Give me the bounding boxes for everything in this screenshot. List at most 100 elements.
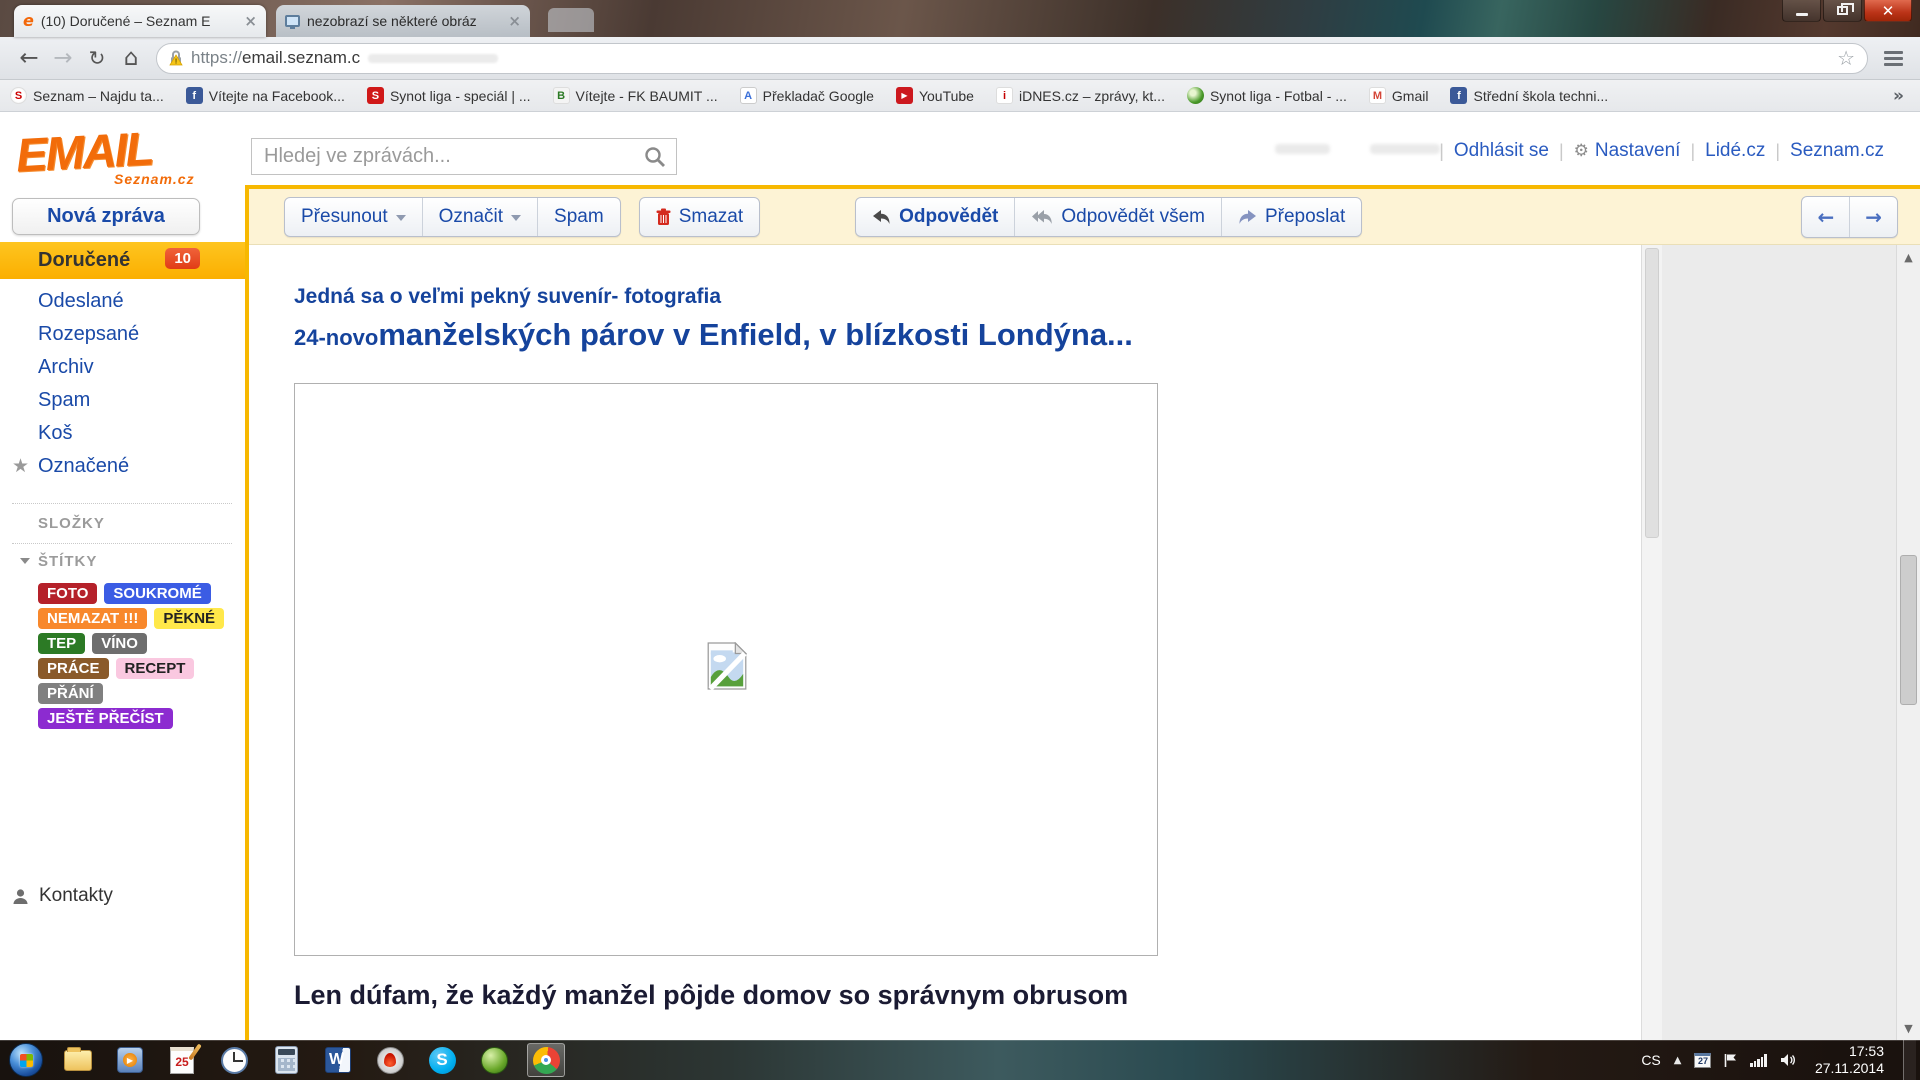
seznam-email-logo[interactable]: EMAIL Seznam.cz	[16, 124, 195, 187]
tag-prani[interactable]: PŘÁNÍ	[38, 683, 103, 704]
labels-heading[interactable]: ŠTÍTKY	[38, 553, 97, 570]
bookmarks-overflow-icon[interactable]: »	[1893, 86, 1904, 106]
scrollbar-thumb[interactable]	[1645, 248, 1659, 538]
folder-flagged[interactable]: Označené	[38, 455, 129, 478]
maximize-button[interactable]	[1823, 0, 1862, 22]
facebook-icon: f	[186, 87, 203, 104]
redacted-user-area	[1370, 144, 1440, 154]
tag-vino[interactable]: VÍNO	[92, 633, 147, 654]
taskbar-clock[interactable]: 17:53 27.11.2014	[1809, 1043, 1890, 1078]
tag-prace[interactable]: PRÁCE	[38, 658, 109, 679]
scroll-down-icon[interactable]: ▼	[1897, 1018, 1920, 1038]
bookmark-gmail[interactable]: MGmail	[1369, 87, 1429, 104]
taskbar-word[interactable]: W	[312, 1040, 364, 1080]
bookmark-seznam[interactable]: SSeznam – Najdu ta...	[10, 87, 164, 104]
minimize-button[interactable]	[1782, 0, 1821, 22]
tag-foto[interactable]: FOTO	[38, 583, 97, 604]
page-scrollbar[interactable]: ▲ ▼	[1896, 245, 1920, 1040]
close-button[interactable]: ✕	[1864, 0, 1912, 22]
skype-icon: S	[429, 1047, 456, 1074]
tray-calendar-icon[interactable]: 27	[1694, 1053, 1711, 1068]
chevron-down-icon[interactable]	[20, 558, 30, 564]
scrollbar-thumb[interactable]	[1900, 555, 1917, 705]
taskbar-chrome-active[interactable]	[520, 1040, 572, 1080]
search-input[interactable]	[252, 145, 644, 168]
delete-button[interactable]: Smazat	[640, 198, 759, 236]
network-signal-icon[interactable]	[1750, 1054, 1767, 1067]
windows-flag-icon	[20, 1054, 33, 1067]
contacts-link[interactable]: Kontakty	[12, 885, 113, 907]
new-tab-button[interactable]	[548, 8, 594, 32]
forward-button[interactable]: Přeposlat	[1221, 198, 1361, 236]
start-button[interactable]	[0, 1040, 52, 1080]
tab-mail[interactable]: e (10) Doručené – Seznam E ×	[14, 5, 266, 37]
move-button[interactable]: Přesunout	[285, 198, 422, 236]
tab-images[interactable]: nezobrazí se některé obráz ×	[276, 5, 530, 37]
bookmark-star-icon[interactable]: ☆	[1837, 46, 1855, 70]
show-desktop-button[interactable]	[1903, 1040, 1916, 1080]
tab-close-icon[interactable]: ×	[508, 14, 521, 29]
taskbar-calculator[interactable]	[260, 1040, 312, 1080]
spam-button[interactable]: Spam	[537, 198, 620, 236]
forward-arrow-icon	[1238, 209, 1257, 225]
tab-close-icon[interactable]: ×	[244, 14, 257, 29]
home-icon[interactable]: ⌂	[114, 47, 148, 70]
mark-button[interactable]: Označit	[422, 198, 537, 236]
logout-link[interactable]: Odhlásit se	[1454, 140, 1549, 162]
tag-nemazat[interactable]: NEMAZAT !!!	[38, 608, 147, 629]
bookmark-translate[interactable]: APřekladač Google	[740, 87, 874, 104]
scroll-up-icon[interactable]: ▲	[1897, 247, 1920, 267]
lide-link[interactable]: Lidé.cz	[1705, 140, 1765, 162]
folder-sent[interactable]: Odeslané	[38, 290, 124, 313]
folder-inbox-selected[interactable]: Doručené 10	[0, 242, 245, 279]
tag-soukrome[interactable]: SOUKROMÉ	[104, 583, 210, 604]
svg-text:!: !	[175, 59, 177, 66]
forward-icon[interactable]: →	[46, 47, 80, 70]
next-message-button[interactable]: →	[1849, 197, 1897, 237]
folder-drafts[interactable]: Rozepsané	[38, 323, 139, 346]
reload-icon[interactable]: ↻	[80, 48, 114, 68]
reply-button[interactable]: Odpovědět	[856, 198, 1014, 236]
maximize-icon	[1837, 6, 1848, 15]
bookmark-idnes[interactable]: iiDNES.cz – zprávy, kt...	[996, 87, 1165, 104]
message-scrollbar[interactable]	[1641, 245, 1662, 1040]
tag-pekne[interactable]: PĚKNÉ	[154, 608, 224, 629]
folder-spam[interactable]: Spam	[38, 389, 90, 412]
search-icon[interactable]	[644, 146, 666, 168]
prev-message-button[interactable]: ←	[1802, 197, 1849, 237]
tag-recept[interactable]: RECEPT	[116, 658, 195, 679]
taskbar-skype[interactable]: S	[416, 1040, 468, 1080]
folder-trash[interactable]: Koš	[38, 422, 72, 445]
tag-jeste-precist[interactable]: JEŠTĚ PŘEČÍST	[38, 708, 173, 729]
chrome-menu-icon[interactable]	[1878, 51, 1908, 66]
folder-archive[interactable]: Archiv	[38, 356, 94, 379]
action-center-flag-icon[interactable]	[1724, 1053, 1737, 1068]
volume-icon[interactable]	[1780, 1053, 1796, 1067]
seznam-link[interactable]: Seznam.cz	[1790, 140, 1884, 162]
taskbar-calendar[interactable]: 25	[156, 1040, 208, 1080]
reply-all-button[interactable]: Odpovědět všem	[1014, 198, 1221, 236]
hidden-icons-chevron-icon[interactable]: ▲	[1674, 1055, 1682, 1066]
taskbar-nero[interactable]	[364, 1040, 416, 1080]
folders-heading[interactable]: SLOŽKY	[38, 515, 105, 532]
bookmark-baumit[interactable]: BVítejte - FK BAUMIT ...	[553, 87, 718, 104]
bookmark-synot-fotbal[interactable]: Synot liga - Fotbal - ...	[1187, 87, 1347, 104]
bookmark-school[interactable]: fStřední škola techni...	[1450, 87, 1608, 104]
address-bar[interactable]: ! https://email.seznam.c ☆	[156, 43, 1868, 74]
calculator-icon	[275, 1046, 298, 1074]
taskbar-explorer[interactable]	[52, 1040, 104, 1080]
bookmark-synot[interactable]: SSynot liga - speciál | ...	[367, 87, 531, 104]
tag-tep[interactable]: TEP	[38, 633, 85, 654]
compose-button[interactable]: Nová zpráva	[12, 198, 200, 235]
youtube-icon: ▶	[896, 87, 913, 104]
taskbar-media-player[interactable]: ▶	[104, 1040, 156, 1080]
bookmark-youtube[interactable]: ▶YouTube	[896, 87, 974, 104]
browser-titlebar: e (10) Doručené – Seznam E × nezobrazí s…	[0, 0, 1920, 37]
settings-link[interactable]: Nastavení	[1595, 140, 1681, 162]
taskbar-media-center[interactable]	[468, 1040, 520, 1080]
language-indicator[interactable]: CS	[1641, 1052, 1660, 1068]
back-icon[interactable]: ←	[12, 47, 46, 70]
taskbar-clock-app[interactable]	[208, 1040, 260, 1080]
bookmark-facebook[interactable]: fVítejte na Facebook...	[186, 87, 345, 104]
redacted-url-area	[368, 54, 498, 63]
